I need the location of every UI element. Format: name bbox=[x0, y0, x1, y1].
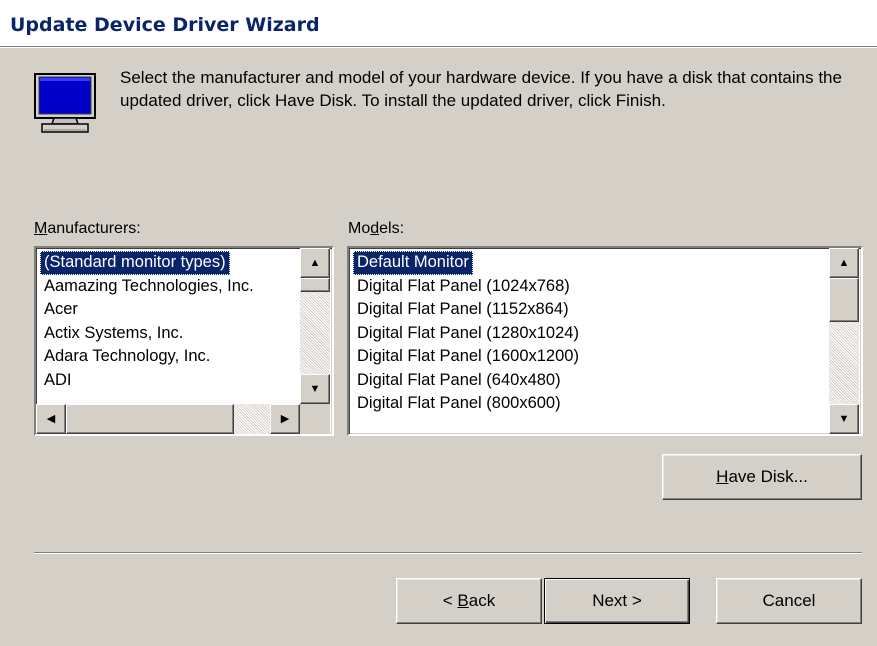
list-item[interactable]: (Standard monitor types) bbox=[40, 251, 258, 275]
manufacturers-list: (Standard monitor types) Aamazing Technol… bbox=[40, 251, 258, 392]
back-button[interactable]: < Back bbox=[396, 578, 542, 624]
models-list: Default Monitor Digital Flat Panel (1024x… bbox=[353, 251, 583, 416]
list-item[interactable]: Default Monitor bbox=[353, 251, 583, 275]
instruction-text: Select the manufacturer and model of you… bbox=[120, 68, 842, 110]
manufacturers-hscroll-thumb[interactable] bbox=[66, 404, 234, 434]
have-disk-button[interactable]: Have Disk... bbox=[662, 454, 862, 500]
next-button[interactable]: Next > bbox=[544, 578, 690, 624]
list-item[interactable]: Adara Technology, Inc. bbox=[40, 345, 258, 369]
cancel-button[interactable]: Cancel bbox=[716, 578, 862, 624]
list-item[interactable]: ADI bbox=[40, 369, 258, 393]
list-item[interactable]: Actix Systems, Inc. bbox=[40, 322, 258, 346]
list-item[interactable]: Digital Flat Panel (640x480) bbox=[353, 369, 583, 393]
window-title: Update Device Driver Wizard bbox=[10, 14, 320, 36]
list-item[interactable]: Acer bbox=[40, 298, 258, 322]
list-item[interactable]: Aamazing Technologies, Inc. bbox=[40, 275, 258, 299]
manufacturers-listbox[interactable]: (Standard monitor types) Aamazing Technol… bbox=[34, 246, 334, 436]
list-item[interactable]: Digital Flat Panel (1024x768) bbox=[353, 275, 583, 299]
wizard-header: Update Device Driver Wizard bbox=[0, 0, 877, 46]
list-item[interactable]: Digital Flat Panel (1280x1024) bbox=[353, 322, 583, 346]
list-item[interactable]: Digital Flat Panel (1152x864) bbox=[353, 298, 583, 322]
monitor-icon bbox=[32, 72, 102, 138]
arrow-up-icon[interactable]: ▲ bbox=[829, 248, 859, 278]
models-vscroll-thumb[interactable] bbox=[829, 278, 859, 322]
arrow-down-icon[interactable]: ▼ bbox=[829, 404, 859, 434]
arrow-right-icon[interactable]: ▶ bbox=[270, 404, 300, 434]
models-listbox[interactable]: Default Monitor Digital Flat Panel (1024x… bbox=[347, 246, 863, 436]
manufacturers-vscroll-thumb[interactable] bbox=[300, 278, 330, 292]
arrow-down-icon[interactable]: ▼ bbox=[300, 374, 330, 404]
arrow-left-icon[interactable]: ◀ bbox=[36, 404, 66, 434]
list-item[interactable]: Digital Flat Panel (1600x1200) bbox=[353, 345, 583, 369]
list-item[interactable]: Digital Flat Panel (800x600) bbox=[353, 392, 583, 416]
arrow-up-icon[interactable]: ▲ bbox=[300, 248, 330, 278]
models-label: Models: bbox=[348, 220, 405, 237]
manufacturers-label: Manufacturers: bbox=[34, 220, 141, 237]
